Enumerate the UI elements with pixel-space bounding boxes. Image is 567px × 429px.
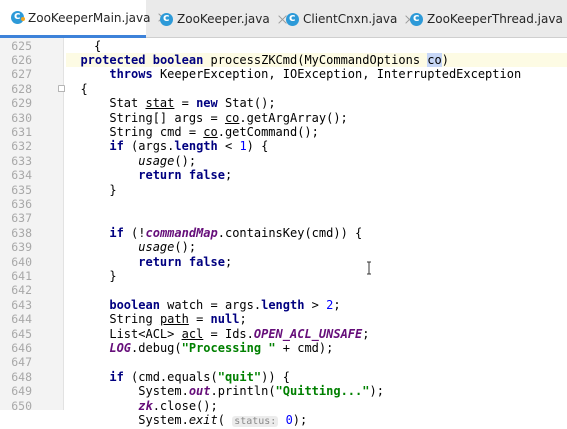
tab-zookeeperthread[interactable]: ZooKeeperThread.java bbox=[396, 0, 567, 38]
line-number: 629 bbox=[11, 96, 32, 110]
java-class-icon bbox=[286, 11, 299, 26]
line-number: 645 bbox=[11, 327, 32, 341]
tab-clientcnxn[interactable]: ClientCnxn.java bbox=[274, 0, 398, 38]
line-number: 639 bbox=[11, 240, 32, 254]
line-number: 634 bbox=[11, 168, 32, 182]
line-number: 627 bbox=[11, 67, 32, 81]
editor-tab-bar: ZooKeeperMain.java ZooKeeper.java Client… bbox=[0, 0, 567, 38]
code-line-644: List<ACL> acl = Ids.OPEN_ACL_UNSAFE; bbox=[109, 327, 370, 341]
code-line-625: { bbox=[94, 39, 102, 53]
java-class-icon bbox=[11, 9, 25, 24]
code-line-650: System.exit( status: 0); bbox=[138, 413, 308, 427]
code-line-626: protected boolean processZKCmd(MyCommand… bbox=[66, 53, 567, 67]
line-number: 641 bbox=[11, 269, 32, 283]
code-line-635: } bbox=[109, 183, 117, 197]
line-number: 637 bbox=[11, 211, 32, 225]
code-line-637: if (!commandMap.containsKey(cmd)) { bbox=[109, 226, 363, 240]
java-class-icon bbox=[410, 11, 423, 26]
code-line-639: return false; bbox=[138, 255, 233, 269]
line-number: 626 bbox=[11, 53, 32, 67]
java-class-icon bbox=[160, 11, 173, 26]
code-line-630: String[] args = co.getArgArray(); bbox=[109, 111, 348, 125]
code-line-640: } bbox=[109, 269, 117, 283]
line-number: 632 bbox=[11, 139, 32, 153]
line-number: 647 bbox=[11, 355, 32, 369]
code-line-648: System.out.println("Quitting..."); bbox=[138, 384, 384, 398]
line-number: 636 bbox=[11, 197, 32, 211]
code-line-628: { bbox=[80, 82, 88, 96]
line-number-gutter[interactable]: 625 626 627 628 629 630 631 632 633 634 … bbox=[0, 38, 65, 413]
code-line-627: throws KeeperException, IOException, Int… bbox=[109, 67, 522, 81]
line-number: 640 bbox=[11, 255, 32, 269]
code-line-649: zk.close(); bbox=[138, 399, 218, 413]
line-number: 650 bbox=[11, 399, 32, 413]
code-line-634: return false; bbox=[138, 168, 233, 182]
tab-zookeepermain[interactable]: ZooKeeperMain.java bbox=[0, 0, 150, 38]
line-number: 635 bbox=[11, 183, 32, 197]
line-number: 628 bbox=[11, 82, 32, 96]
line-number: 646 bbox=[11, 341, 32, 355]
code-line-642: boolean watch = args.length > 2; bbox=[109, 298, 341, 312]
selected-text: co bbox=[427, 53, 442, 67]
tab-zookeeper[interactable]: ZooKeeper.java bbox=[146, 0, 274, 38]
fold-marker-icon[interactable] bbox=[58, 85, 65, 92]
tab-label: ZooKeeperMain.java bbox=[28, 10, 151, 25]
line-number: 631 bbox=[11, 125, 32, 139]
code-line-643: String path = null; bbox=[109, 312, 247, 326]
line-number: 648 bbox=[11, 370, 32, 384]
line-number: 625 bbox=[11, 39, 32, 53]
line-number: 642 bbox=[11, 283, 32, 297]
tab-label: ZooKeeperThread.java bbox=[427, 12, 563, 26]
line-number: 633 bbox=[11, 154, 32, 168]
parameter-hint: status: bbox=[232, 416, 279, 427]
line-number: 644 bbox=[11, 312, 32, 326]
tab-label: ZooKeeper.java bbox=[177, 12, 270, 26]
tab-label: ClientCnxn.java bbox=[303, 12, 398, 26]
code-line-645: LOG.debug("Processing " + cmd); bbox=[109, 341, 334, 355]
code-line-638: usage(); bbox=[138, 240, 197, 254]
line-number: 638 bbox=[11, 226, 32, 240]
code-editor[interactable]: { protected boolean processZKCmd(MyComma… bbox=[66, 38, 567, 427]
line-number: 630 bbox=[11, 111, 32, 125]
code-line-631: String cmd = co.getCommand(); bbox=[109, 125, 319, 139]
line-number: 649 bbox=[11, 384, 32, 398]
code-line-629: Stat stat = new Stat(); bbox=[109, 96, 276, 110]
code-line-647: if (cmd.equals("quit")) { bbox=[109, 370, 290, 384]
code-line-632: if (args.length < 1) { bbox=[109, 139, 269, 153]
code-line-633: usage(); bbox=[138, 154, 197, 168]
line-number: 643 bbox=[11, 298, 32, 312]
text-cursor-icon bbox=[367, 261, 371, 275]
